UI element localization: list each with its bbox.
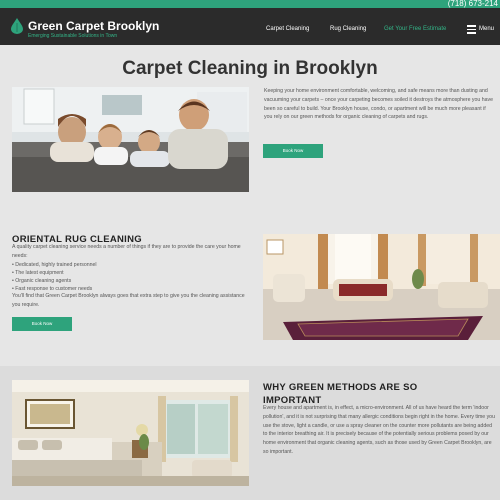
book-now-button[interactable]: Book Now <box>12 317 72 331</box>
phone-number[interactable]: (718) 673-214 <box>448 0 498 8</box>
brand-name[interactable]: Green Carpet Brooklyn <box>28 19 159 33</box>
list-item: The latest equipment <box>12 269 249 277</box>
top-bar: (718) 673-214 <box>0 0 500 8</box>
oriental-outro: You'll find that Green Carpet Brooklyn a… <box>12 293 245 308</box>
oriental-list: Dedicated, highly trained personnel The … <box>12 261 249 293</box>
menu-label[interactable]: Menu <box>479 26 494 32</box>
hero-paragraph: Keeping your home environment comfortabl… <box>264 88 493 121</box>
living-room-rug-photo <box>263 234 500 340</box>
green-title-line1: WHY GREEN METHODS ARE SO <box>263 382 418 393</box>
leaf-drop-logo-icon[interactable] <box>11 18 23 34</box>
page-title: Carpet Cleaning in Brooklyn <box>122 58 378 79</box>
hamburger-menu-icon[interactable] <box>467 25 476 34</box>
oriental-intro: A quality carpet cleaning service needs … <box>12 244 241 259</box>
list-item: Dedicated, highly trained personnel <box>12 261 249 269</box>
nav-free-estimate[interactable]: Get Your Free Estimate <box>384 26 446 32</box>
brand-tagline: Emerging Sustainable Solutions in Town <box>28 33 118 39</box>
nav-carpet-cleaning[interactable]: Carpet Cleaning <box>266 26 309 32</box>
nav-rug-cleaning[interactable]: Rug Cleaning <box>330 26 366 32</box>
book-now-button[interactable]: Book Now <box>263 144 323 158</box>
green-paragraph: Every house and apartment is, in effect,… <box>263 405 495 455</box>
bedroom-photo <box>12 380 249 486</box>
family-on-carpet-photo <box>12 87 249 192</box>
list-item: Organic cleaning agents <box>12 277 249 285</box>
navbar: Green Carpet Brooklyn Emerging Sustainab… <box>0 8 500 45</box>
